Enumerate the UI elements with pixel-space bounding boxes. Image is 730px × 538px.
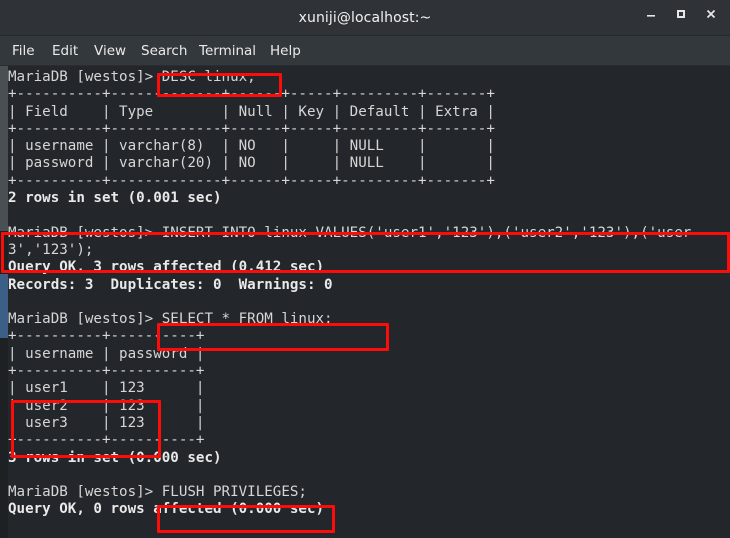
terminal-line: | username | varchar(8) | NO | | NULL | …: [8, 138, 495, 155]
terminal-line: +----------+-------------+------+-----+-…: [8, 86, 495, 103]
terminal-line: +----------+----------+: [8, 432, 205, 449]
terminal-line: +----------+-------------+------+-----+-…: [8, 120, 495, 137]
terminal-line: Records: 3 Duplicates: 0 Warnings: 0: [8, 276, 333, 293]
terminal-line: | user3 | 123 |: [8, 414, 205, 431]
terminal-line: +----------+-------------+------+-----+-…: [8, 172, 495, 189]
menu-item-search[interactable]: Search: [141, 36, 187, 66]
terminal-output: MariaDB [westos]> DESC linux; +----------…: [8, 69, 730, 519]
menu-bar: File Edit View Search Terminal Help: [0, 36, 730, 66]
terminal-line: | password | varchar(20) | NO | | NULL |…: [8, 155, 495, 172]
terminal-line: | username | password |: [8, 345, 205, 362]
menu-item-view[interactable]: View: [94, 36, 126, 66]
terminal-line: | user1 | 123 |: [8, 380, 205, 397]
menu-item-edit[interactable]: Edit: [52, 36, 78, 66]
menu-item-terminal[interactable]: Terminal: [199, 36, 256, 66]
window-title: xuniji@localhost:~: [298, 10, 432, 26]
terminal-line: +----------+----------+: [8, 328, 205, 345]
terminal-line: 2 rows in set (0.001 sec): [8, 190, 222, 207]
terminal-line: +----------+----------+: [8, 363, 205, 380]
terminal-line: Query OK, 0 rows affected (0.000 sec): [8, 501, 325, 518]
terminal-window: xuniji@localhost:~ File Edit View Search…: [0, 0, 730, 538]
menu-item-help[interactable]: Help: [270, 36, 301, 66]
terminal-line: MariaDB [westos]> DESC linux;: [8, 69, 256, 85]
title-bar: xuniji@localhost:~: [0, 0, 730, 36]
terminal-line: | Field | Type | Null | Key | Default | …: [8, 103, 495, 120]
scrollbar-track-upper: [0, 66, 8, 231]
close-button[interactable]: [700, 8, 722, 29]
menu-item-file[interactable]: File: [12, 36, 35, 66]
terminal-body[interactable]: MariaDB [westos]> DESC linux; +----------…: [0, 66, 730, 538]
maximize-button[interactable]: [670, 8, 692, 29]
terminal-line: | user2 | 123 |: [8, 397, 205, 414]
minimize-button[interactable]: [640, 8, 662, 29]
scrollbar-thumb[interactable]: [0, 274, 8, 338]
terminal-scrollbar[interactable]: [0, 66, 8, 538]
terminal-line: 3 rows in set (0.000 sec): [8, 449, 222, 466]
terminal-line: MariaDB [westos]> FLUSH PRIVILEGES;: [8, 484, 307, 501]
terminal-line: MariaDB [westos]> INSERT INTO linux VALU…: [8, 224, 692, 241]
terminal-line: MariaDB [westos]> SELECT * FROM linux;: [8, 311, 333, 328]
terminal-line: Query OK, 3 rows affected (0.412 sec): [8, 259, 325, 276]
terminal-line: 3','123');: [8, 241, 94, 258]
